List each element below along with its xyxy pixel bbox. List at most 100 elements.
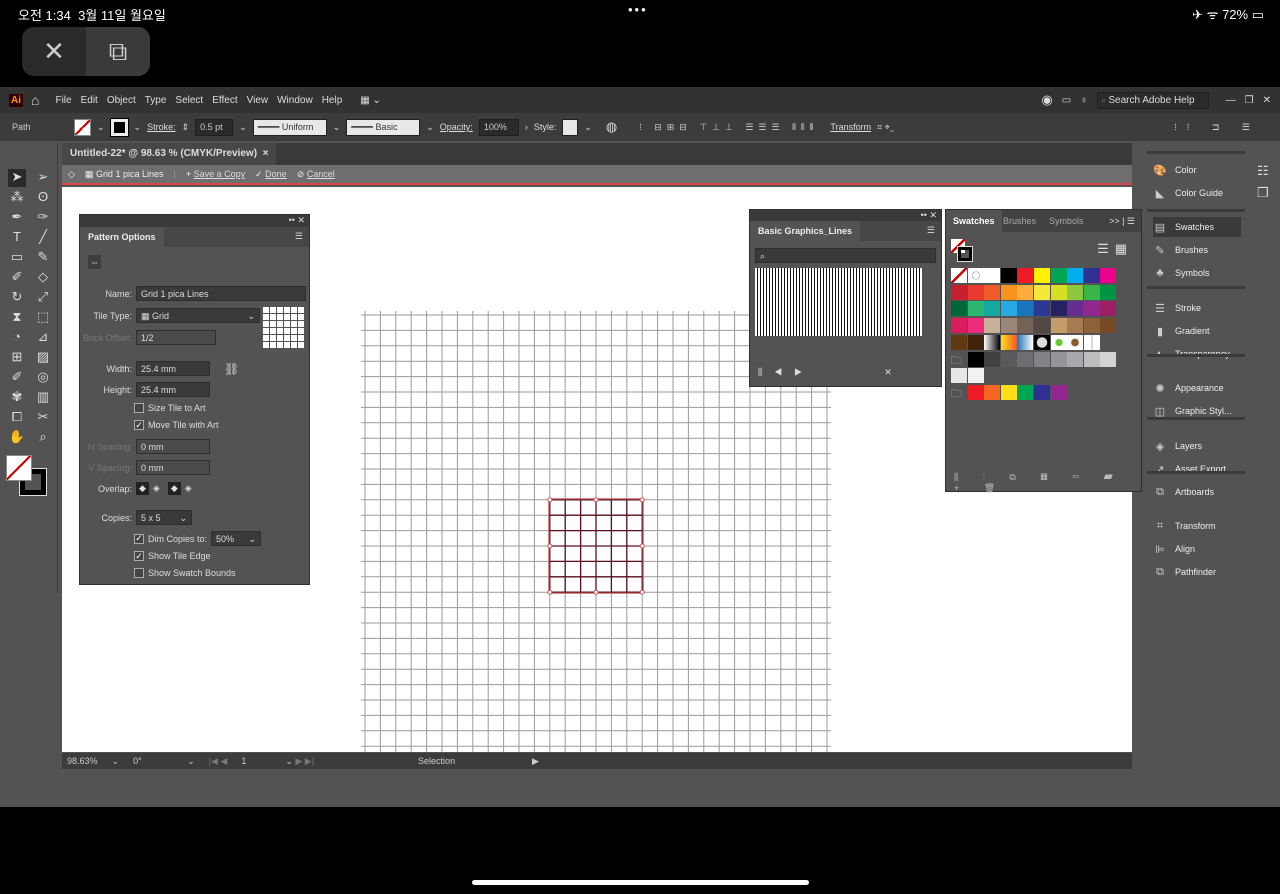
save-copy-button[interactable]: + Save a Copy	[186, 169, 245, 179]
lightbulb-icon[interactable]: ♁	[1080, 95, 1088, 106]
search-help-input[interactable]: ⌕ Search Adobe Help	[1096, 91, 1209, 109]
collapse-close-icon[interactable]: •• ✕	[921, 210, 937, 221]
resize-handle[interactable]	[639, 543, 645, 549]
swatch-footer-icons[interactable]: ⫼ ⫶ ⧉ ▦ ▭ ▰ + 🗑	[954, 472, 1141, 494]
close-tab-icon[interactable]: ×	[263, 148, 269, 159]
swatch[interactable]	[1000, 268, 1017, 283]
swatch[interactable]	[1034, 384, 1050, 400]
dock-brushes[interactable]: ✎ Brushes	[1153, 240, 1241, 260]
swatch[interactable]	[1017, 384, 1034, 400]
swatch[interactable]	[951, 334, 967, 350]
swatch[interactable]	[1083, 334, 1100, 350]
size-tile-checkbox[interactable]	[134, 403, 144, 413]
dock-color[interactable]: 🎨 Color	[1153, 160, 1241, 180]
fill-swatch[interactable]	[74, 118, 91, 136]
isolate-icon[interactable]: ⌗ ⌖⌄	[877, 122, 894, 133]
swatch[interactable]	[951, 301, 967, 317]
menu-effect[interactable]: Effect	[212, 95, 237, 106]
cancel-button[interactable]: ⊘ Cancel	[297, 169, 335, 180]
dock-stroke[interactable]: ☰ Stroke	[1153, 298, 1241, 318]
blend-tool-icon[interactable]: ◎	[34, 369, 52, 387]
dock-swatches[interactable]: ▤ Swatches	[1153, 217, 1241, 237]
swatch[interactable]	[1000, 318, 1017, 334]
dock-layers[interactable]: ◈ Layers	[1153, 436, 1241, 456]
fill-color-icon[interactable]	[6, 455, 32, 481]
home-indicator[interactable]	[472, 880, 809, 885]
menu-window[interactable]: Window	[277, 95, 313, 106]
scale-tool-icon[interactable]: ⤢	[34, 289, 52, 307]
swatch[interactable]	[1050, 268, 1067, 283]
multitask-dots[interactable]: •••	[628, 2, 648, 17]
dock-symbols[interactable]: ♣ Symbols	[1153, 263, 1241, 283]
perspective-tool-icon[interactable]: ⊿	[34, 329, 52, 347]
pen-tool-icon[interactable]: ✒	[8, 209, 26, 227]
swatch[interactable]	[967, 318, 984, 334]
swatch[interactable]	[1050, 301, 1067, 317]
swatch[interactable]	[967, 384, 984, 400]
direct-selection-tool-icon[interactable]: ➢	[34, 169, 52, 187]
swatch[interactable]	[984, 351, 1001, 367]
dock-asset-export[interactable]: ↗ Asset Export	[1153, 459, 1241, 479]
swatch[interactable]	[1017, 351, 1034, 367]
dock-color-guide[interactable]: ◣ Color Guide	[1153, 183, 1241, 203]
swatch[interactable]	[967, 301, 984, 317]
view-toggle-icons[interactable]: ☰▦	[1097, 241, 1133, 257]
line-swatches[interactable]	[755, 268, 922, 336]
tile-tool-icon[interactable]: ⇔	[88, 255, 101, 269]
swatch[interactable]	[1017, 301, 1034, 317]
width-tool-icon[interactable]: ⧗	[8, 309, 26, 327]
restore-icon[interactable]: ❐	[1245, 95, 1254, 106]
workspace-switcher-icon[interactable]: ▦ ⌄	[360, 95, 381, 106]
swatch[interactable]	[1034, 268, 1050, 283]
stroke-swatch[interactable]	[109, 117, 129, 137]
swatch[interactable]	[984, 284, 1001, 300]
resize-handle[interactable]	[547, 497, 553, 503]
swatch[interactable]	[984, 268, 1001, 283]
swatch[interactable]	[1067, 284, 1084, 300]
dim-copies-select[interactable]: 50% ⌄	[211, 531, 262, 546]
overlap-left-icon[interactable]: ◆	[136, 482, 149, 495]
opacity-label[interactable]: Opacity:	[440, 122, 473, 132]
swatch[interactable]	[967, 334, 984, 350]
dock-align[interactable]: ⊫ Align	[1153, 539, 1241, 559]
swatch[interactable]	[1083, 301, 1100, 317]
resize-handle[interactable]	[639, 589, 645, 595]
height-input[interactable]: 25.4 mm	[136, 382, 210, 397]
panel-title[interactable]: Basic Graphics_Lines	[750, 221, 861, 241]
stroke-stepper-icon[interactable]: ⇕	[182, 122, 190, 133]
swatch[interactable]	[1083, 318, 1100, 334]
pip-icon[interactable]: ⧉	[86, 27, 150, 76]
menu-select[interactable]: Select	[175, 95, 203, 106]
rectangle-tool-icon[interactable]: ▭	[8, 249, 26, 267]
rotation-value[interactable]: 0°	[133, 756, 173, 766]
swatch[interactable]	[1000, 334, 1017, 350]
panel-menu-icon[interactable]: >> | ☰	[1109, 216, 1135, 227]
chevron-down-icon[interactable]: ⌄	[239, 122, 247, 133]
swatch[interactable]	[967, 351, 984, 367]
swatch[interactable]	[1083, 268, 1100, 283]
show-tile-edge-checkbox[interactable]: ✓	[134, 551, 144, 561]
selection-tool-icon[interactable]: ➤	[8, 169, 26, 187]
swatch[interactable]	[1083, 351, 1100, 367]
zoom-tool-icon[interactable]: ⌕	[34, 429, 52, 447]
menu-icon[interactable]: ☰	[927, 225, 935, 236]
swatch[interactable]	[951, 368, 967, 384]
swatch[interactable]	[1100, 318, 1117, 334]
swatch[interactable]	[1100, 351, 1117, 367]
properties-icon[interactable]: ☷	[1257, 163, 1269, 179]
swatch[interactable]	[1083, 284, 1100, 300]
tab-symbols[interactable]: Symbols	[1042, 210, 1091, 232]
free-transform-tool-icon[interactable]: ⬚	[34, 309, 52, 327]
resize-handle[interactable]	[593, 497, 599, 503]
swatch[interactable]	[1034, 334, 1050, 350]
swatch[interactable]	[984, 301, 1001, 317]
swatch[interactable]	[1067, 268, 1084, 283]
tab-brushes[interactable]: Brushes	[996, 210, 1043, 232]
tab-swatches[interactable]: Swatches	[946, 210, 1002, 232]
swatch[interactable]	[1017, 284, 1034, 300]
copies-select[interactable]: 5 x 5 ⌄	[136, 510, 192, 525]
align-icons[interactable]: ⁞ ⊟⊞⊟ ⊤⊥⊥ ☰☰☰ ⫴⫴⫴	[639, 122, 818, 133]
graph-tool-icon[interactable]: ▥	[34, 389, 52, 407]
dock-appearance[interactable]: ✺ Appearance	[1153, 378, 1241, 398]
menu-object[interactable]: Object	[107, 95, 136, 106]
